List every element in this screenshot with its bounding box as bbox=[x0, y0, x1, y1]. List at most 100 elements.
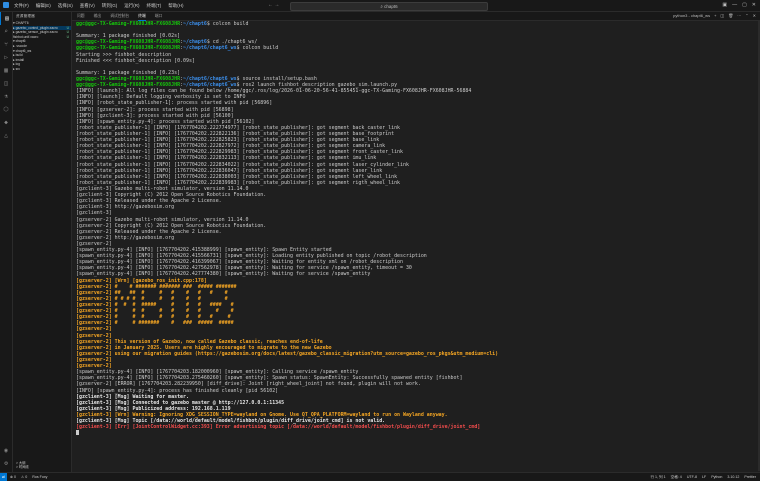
menu-item[interactable]: 文件(F) bbox=[14, 3, 29, 9]
panel-tab[interactable]: 终端 bbox=[138, 12, 146, 21]
terminal-text: ~/chapt6/chapt6_ws bbox=[183, 45, 237, 52]
terminal-text: [gzclient-3] bbox=[76, 210, 112, 217]
terminal-text: [spawn_entity.py-4] [INFO] [1767704202.4… bbox=[76, 265, 412, 272]
terminal-text: [robot_state_publisher-1] [INFO] [176770… bbox=[76, 161, 409, 168]
command-center-label: chapt6 bbox=[384, 4, 398, 9]
terminal-text: [spawn_entity.py-4] [INFO] [1767704203.1… bbox=[76, 369, 359, 376]
minimize-icon[interactable]: — bbox=[732, 2, 737, 8]
terminal-text: ~/chapt6 bbox=[183, 39, 207, 46]
panel-tab[interactable]: 调试控制台 bbox=[110, 12, 129, 20]
nav-arrows[interactable]: ← → bbox=[268, 2, 279, 8]
settings-gear-icon[interactable]: ⚙ bbox=[0, 457, 12, 470]
testing-icon[interactable]: ⚗ bbox=[0, 90, 12, 103]
explorer-icon[interactable]: ▤ bbox=[0, 12, 13, 25]
command-center-search[interactable]: ⌕ chapt6 bbox=[290, 2, 488, 11]
activity-bar: ▤ ⌕ ⑂ ▷ ▦ ◫ ⚗ ⬡ ◆ △ ◉ ⚙ bbox=[0, 12, 13, 472]
source-control-icon[interactable]: ⑂ bbox=[0, 38, 12, 51]
status-item[interactable]: 空格: 4 bbox=[671, 475, 682, 480]
terminal-text: ~/chapt6 bbox=[183, 21, 207, 27]
terminal-text: [INFO] [gzserver-2]: process started wit… bbox=[76, 106, 234, 113]
terminal-text: ggc@ggc-TX-Gaming-FX608JHR-FX608JHR bbox=[76, 75, 181, 82]
file-tree: ▾ CHAPT6 ▸ gazebo_control_plugin.xacro U … bbox=[13, 21, 71, 72]
maximize-icon[interactable]: ▢ bbox=[742, 2, 747, 8]
terminal-text: Summary: 1 package finished [0.23s] bbox=[76, 69, 181, 76]
ros-icon[interactable]: ⬡ bbox=[0, 103, 12, 116]
terminal-text: [gzserver-2] in January 2025. Users are … bbox=[76, 344, 332, 351]
file-tree-label: fishbot.urdf.xacro bbox=[13, 34, 39, 39]
terminal-text: ggc@ggc-TX-Gaming-FX608JHR-FX608JHR bbox=[76, 82, 181, 89]
status-item[interactable]: Prettier bbox=[744, 475, 756, 480]
extensions-icon[interactable]: ▦ bbox=[0, 64, 12, 77]
terminal-text: [gzserver-2] bbox=[76, 332, 112, 339]
terminal-text: ~/chapt6/chapt6_ws bbox=[183, 75, 237, 82]
terminal-text: [gzserver-2] # # ####### ####### ### ###… bbox=[76, 283, 237, 290]
title-bar: 文件(F) 编辑(E) 选择(S) 查看(V) 转到(G) 运行(R) 终端(T) 帮助(H)… bbox=[0, 0, 760, 12]
search-icon[interactable]: ⌕ bbox=[0, 25, 12, 38]
cmake-icon[interactable]: △ bbox=[0, 129, 12, 142]
terminal-text: ggc@ggc-TX-Gaming-FX608JHR-FX608JHR bbox=[76, 45, 181, 52]
close-icon[interactable]: ✕ bbox=[752, 2, 756, 8]
panel-tab[interactable]: 端口 bbox=[155, 12, 163, 20]
terminal-text: [gzserver-2] # # # # # # # # # bbox=[76, 314, 231, 321]
terminal-cursor bbox=[76, 430, 79, 436]
terminal-input-line[interactable] bbox=[72, 430, 758, 436]
file-tree-label: ▾ CHAPT6 bbox=[13, 21, 29, 25]
terminal-text: Starting >>> fishbot_description bbox=[76, 51, 172, 58]
run-debug-icon[interactable]: ▷ bbox=[0, 51, 12, 64]
menu-item[interactable]: 终端(T) bbox=[147, 3, 162, 9]
terminal-text: ggc@ggc-TX-Gaming-FX608JHR-FX608JHR bbox=[76, 21, 181, 27]
split-terminal-icon[interactable]: ◫ bbox=[720, 13, 724, 18]
terminal-text: [gzclient-3] http://gazebosim.org bbox=[76, 204, 175, 211]
menu-item[interactable]: 转到(G) bbox=[102, 3, 118, 9]
terminal-text: [gzclient-3] [Err] [JointControlWidget.c… bbox=[76, 424, 481, 431]
menu-item[interactable]: 帮助(H) bbox=[168, 3, 183, 9]
account-icon[interactable]: ◉ bbox=[0, 444, 12, 457]
panel-tab[interactable]: 输出 bbox=[94, 12, 102, 20]
terminal-text: Summary: 1 package finished [0.02s] bbox=[76, 33, 181, 40]
menu-item[interactable]: 选择(S) bbox=[58, 3, 73, 9]
status-item[interactable]: ⊗ 0 bbox=[10, 475, 16, 479]
terminal-text: [gzserver-2] bbox=[76, 240, 112, 247]
layout-icon[interactable]: ▣ bbox=[722, 2, 727, 8]
more-actions-icon[interactable]: ⋯ bbox=[737, 13, 741, 18]
panel-tab[interactable]: 问题 bbox=[77, 12, 85, 20]
file-tree-label: ▾ chapt6_ws bbox=[13, 48, 32, 53]
terminal-text: [robot_state_publisher-1] [INFO] [176770… bbox=[76, 173, 398, 180]
docker-icon[interactable]: ◆ bbox=[0, 116, 12, 129]
maximize-panel-icon[interactable]: ⌃ bbox=[745, 13, 748, 18]
status-item[interactable]: UTF-8 bbox=[687, 475, 697, 480]
timeline-section[interactable]: > 时间线 bbox=[16, 465, 29, 470]
kill-terminal-icon[interactable]: 🗑 bbox=[728, 13, 733, 18]
status-item[interactable]: 行 1, 列 1 bbox=[650, 475, 665, 480]
terminal-text: [gzclient-3] [Msg] Waiting for master. bbox=[76, 393, 189, 400]
status-item[interactable]: 3.10.12 bbox=[727, 475, 739, 480]
file-tree-label: ▸ gazebo_control_plugin.xacro bbox=[13, 25, 58, 30]
terminal-text: [spawn_entity.py-4] [INFO] [1767704203.2… bbox=[76, 375, 463, 382]
status-item[interactable]: ⚠ 0 bbox=[21, 475, 27, 479]
file-tree-item[interactable]: ▸ src bbox=[13, 67, 71, 72]
close-panel-icon[interactable]: ✕ bbox=[753, 13, 756, 18]
terminal-text: [robot_state_publisher-1] [INFO] [176770… bbox=[76, 167, 383, 174]
menu-item[interactable]: 运行(R) bbox=[124, 3, 139, 9]
terminal-shell-label[interactable]: python3 - chapt6_ws bbox=[673, 13, 710, 18]
menu-item[interactable]: 编辑(E) bbox=[36, 3, 51, 9]
terminal-text: [gzserver-2] bbox=[76, 363, 112, 370]
terminal-text: [gzserver-2] using our migration guides … bbox=[76, 350, 499, 357]
explorer-sidebar: 资源管理器 ▾ CHAPT6 ▸ gazebo_control_plugin.x… bbox=[13, 12, 72, 472]
terminal-text: [gzserver-2] # # # # # # # # # # bbox=[76, 295, 228, 302]
add-terminal-icon[interactable]: + bbox=[714, 13, 716, 18]
menu-item[interactable]: 查看(V) bbox=[80, 3, 95, 9]
terminal-text: ~/chapt6/chapt6_ws bbox=[183, 82, 237, 89]
terminal-text: [gzserver-2] [ERROR] [1767704203.2822399… bbox=[76, 381, 421, 388]
terminal-text: [spawn_entity.py-4] [INFO] [1767704202.4… bbox=[76, 271, 371, 278]
status-item[interactable]: Python bbox=[711, 475, 722, 480]
status-item[interactable]: Ros Foxy bbox=[32, 475, 47, 479]
sidebar-title: 资源管理器 bbox=[16, 14, 35, 18]
terminal-text: [spawn_entity.py-4] [INFO] [1767704202.4… bbox=[76, 253, 427, 260]
terminal-output[interactable]: ggc@ggc-TX-Gaming-FX608JHR-FX608JHR:~/ch… bbox=[72, 21, 758, 471]
file-tree-label: ▸ src bbox=[13, 66, 20, 71]
terminal-text: [gzserver-2] Gazebo multi-robot simulato… bbox=[76, 216, 249, 223]
remote-explorer-icon[interactable]: ◫ bbox=[0, 77, 12, 90]
terminal-text: $ ros2 launch fishbot_description gazebo… bbox=[236, 82, 398, 89]
status-item[interactable]: LF bbox=[702, 475, 706, 480]
